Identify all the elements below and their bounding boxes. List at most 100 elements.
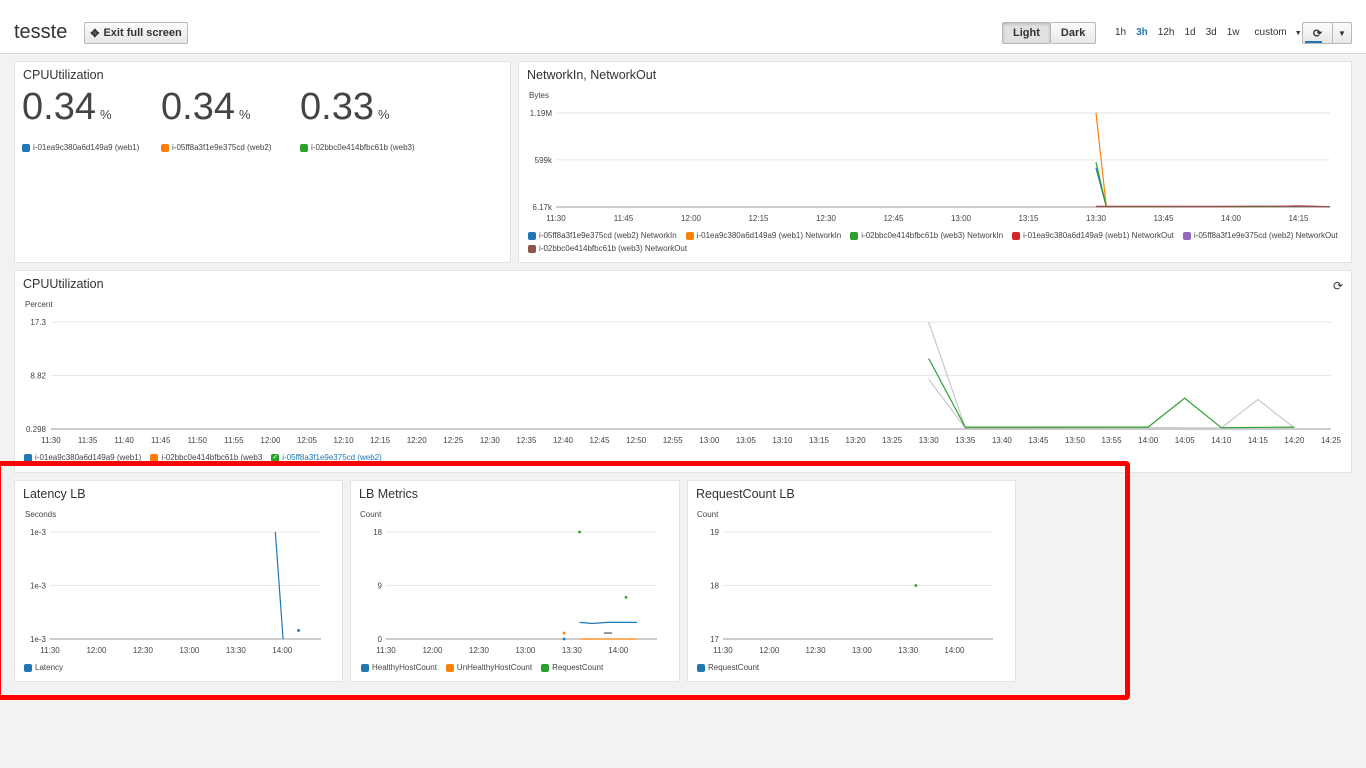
y-axis-title: Percent (25, 300, 53, 309)
data-point (562, 637, 566, 641)
panel-title: NetworkIn, NetworkOut (527, 68, 657, 82)
y-tick-label: 1e-3 (30, 528, 47, 537)
x-tick-label: 12:00 (260, 436, 281, 445)
x-tick-label: 12:35 (516, 436, 537, 445)
range-12h[interactable]: 12h (1158, 27, 1175, 38)
refresh-options-button[interactable]: ▼ (1333, 22, 1352, 44)
legend-item[interactable]: UnHealthyHostCount (445, 663, 533, 672)
legend-swatch (850, 231, 859, 240)
x-tick-label: 14:15 (1248, 436, 1269, 445)
legend-swatch (161, 143, 169, 152)
y-tick-label: 8.82 (30, 371, 46, 380)
theme-dark-button[interactable]: Dark (1050, 22, 1097, 44)
x-tick-label: 14:15 (1288, 214, 1309, 223)
x-tick-label: 11:35 (78, 436, 98, 445)
x-tick-label: 11:40 (114, 436, 134, 445)
legend-check-icon: ✓ (271, 453, 280, 462)
legend-label: i-02bbc0e414bfbc61b (web3) NetworkIn (861, 231, 1004, 240)
y-axis-title: Count (697, 510, 719, 519)
legend-item[interactable]: Latency (24, 663, 63, 672)
x-tick-label: 13:35 (955, 436, 976, 445)
y-tick-label: 6.17k (532, 203, 553, 212)
x-tick-label: 14:00 (1221, 214, 1242, 223)
x-tick-label: 13:00 (852, 646, 873, 655)
y-tick-label: 0.298 (26, 425, 47, 434)
y-tick-label: 19 (710, 528, 719, 537)
x-tick-label: 12:55 (663, 436, 684, 445)
dashboard-title: tesste (14, 21, 68, 43)
y-axis-title: Count (360, 510, 382, 519)
network-chart: 6.17k 599k 1.19M 11:30 11:45 12:00 12:15 12:30 1… (530, 109, 1331, 223)
x-tick-label: 13:30 (226, 646, 247, 655)
legend-swatch (361, 663, 369, 672)
x-tick-label: 11:30 (41, 436, 61, 445)
range-1h[interactable]: 1h (1115, 27, 1126, 38)
expand-arrows-icon: ✥ (90, 27, 100, 40)
legend-label: i-05ff8a3f1e9e375cd (web2) (282, 453, 382, 462)
range-custom[interactable]: custom ▼ (1250, 27, 1307, 38)
x-tick-label: 13:00 (699, 436, 720, 445)
legend-item[interactable]: HealthyHostCount (361, 663, 437, 672)
exit-fullscreen-label: Exit full screen (103, 27, 182, 39)
y-tick-label: 18 (710, 582, 719, 591)
x-tick-label: 13:00 (515, 646, 536, 655)
legend-swatch (150, 453, 159, 462)
x-tick-label: 12:00 (86, 646, 107, 655)
network-legend: i-05ff8a3f1e9e375cd (web2) NetworkIn i-0… (528, 231, 1348, 257)
cpu-single-legend: i-01ea9c380a6d149a9 (web1) i-05ff8a3f1e9… (22, 143, 424, 156)
panel-title: LB Metrics (359, 487, 419, 501)
x-tick-label: 13:10 (772, 436, 793, 445)
x-tick-label: 14:05 (1175, 436, 1196, 445)
x-tick-label: 14:00 (1138, 436, 1159, 445)
range-custom-label: custom (1254, 27, 1287, 38)
legend-item[interactable]: i-05ff8a3f1e9e375cd (web2) NetworkIn (528, 231, 677, 240)
legend-label: i-01ea9c380a6d149a9 (web1) (33, 143, 140, 152)
legend-item[interactable]: RequestCount (541, 663, 603, 672)
refresh-progress-bar (1305, 41, 1322, 43)
legend-label: i-01ea9c380a6d149a9 (web1) NetworkIn (696, 231, 842, 240)
theme-light-button[interactable]: Light (1002, 22, 1051, 44)
x-tick-label: 12:15 (370, 436, 391, 445)
series-line (1095, 162, 1331, 208)
x-tick-label: 11:45 (151, 436, 171, 445)
data-point (624, 595, 628, 599)
x-tick-label: 13:55 (1102, 436, 1123, 445)
x-tick-label: 13:30 (562, 646, 583, 655)
refresh-icon[interactable]: ⟳ (1333, 279, 1343, 293)
range-3h[interactable]: 3h (1136, 27, 1148, 38)
range-1w[interactable]: 1w (1227, 27, 1240, 38)
legend-item[interactable]: i-01ea9c380a6d149a9 (web1) (24, 453, 141, 462)
legend-item[interactable]: i-02bbc0e414bfbc61b (web3) NetworkIn (850, 231, 1003, 240)
exit-fullscreen-button[interactable]: ✥ Exit full screen (84, 22, 188, 44)
x-tick-label: 12:30 (133, 646, 154, 655)
x-tick-label: 13:30 (919, 436, 940, 445)
x-tick-label: 13:00 (179, 646, 200, 655)
series-line (928, 358, 1295, 429)
legend-item[interactable]: i-05ff8a3f1e9e375cd (web2) NetworkOut (1182, 231, 1338, 240)
legend-item[interactable]: i-05ff8a3f1e9e375cd (web2) (161, 143, 284, 152)
legend-item[interactable]: i-01ea9c380a6d149a9 (web1) NetworkOut (1012, 231, 1174, 240)
x-tick-label: 13:20 (846, 436, 867, 445)
x-tick-label: 12:05 (297, 436, 318, 445)
x-tick-label: 11:30 (713, 646, 733, 655)
legend-item[interactable]: i-02bbc0e414bfbc61b (web3) (300, 143, 415, 152)
time-range-selector: 1h 3h 12h 1d 3d 1w custom ▼ (1110, 27, 1312, 38)
legend-swatch (1012, 231, 1021, 240)
legend-swatch (300, 143, 308, 152)
legend-item[interactable]: i-02bbc0e414bfbc61b (web3) NetworkOut (528, 244, 687, 253)
legend-label: UnHealthyHostCount (456, 663, 533, 672)
unit: % (377, 107, 390, 122)
legend-label: RequestCount (708, 663, 760, 672)
legend-item[interactable]: i-01ea9c380a6d149a9 (web1) (22, 143, 145, 152)
range-1d[interactable]: 1d (1184, 27, 1195, 38)
legend-item[interactable]: RequestCount (697, 663, 759, 672)
x-tick-label: 13:15 (809, 436, 830, 445)
data-point (297, 629, 300, 632)
range-3d[interactable]: 3d (1206, 27, 1217, 38)
cpu-value-web1: 0.34% (22, 86, 112, 129)
legend-item[interactable]: i-01ea9c380a6d149a9 (web1) NetworkIn (685, 231, 842, 240)
legend-item[interactable]: i-02bbc0e414bfbc61b (web3 (150, 453, 262, 462)
y-tick-label: 17.3 (30, 318, 46, 327)
legend-item[interactable]: ✓ i-05ff8a3f1e9e375cd (web2) (271, 453, 382, 462)
series-line (1095, 167, 1331, 208)
